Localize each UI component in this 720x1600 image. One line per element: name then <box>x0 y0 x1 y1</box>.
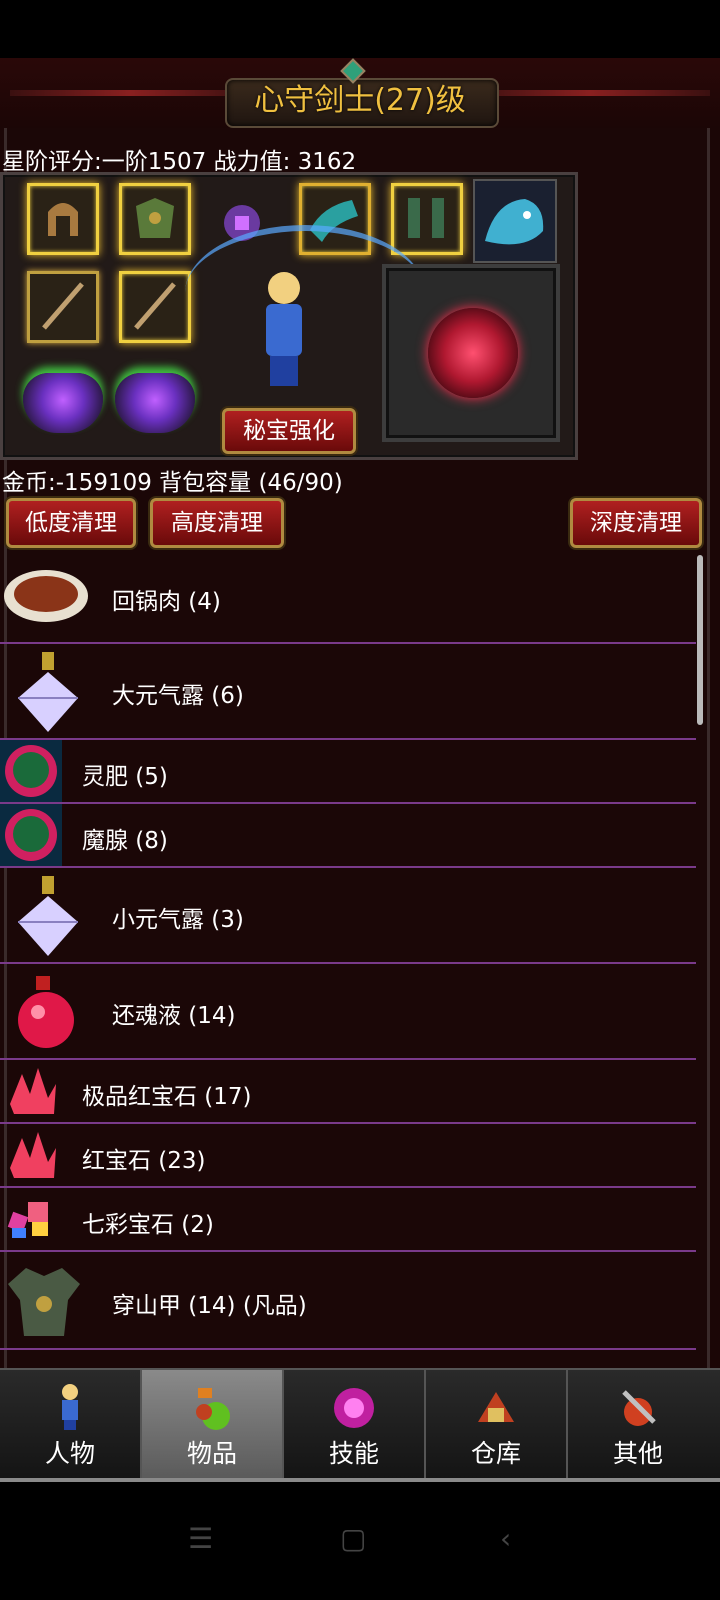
character-icon <box>62 1384 78 1430</box>
red-potion-icon <box>18 976 74 1048</box>
potion-bag-icon <box>196 1388 230 1430</box>
sword-icon <box>42 282 84 330</box>
list-item[interactable]: 穿山甲 (14) (凡品) <box>0 1252 696 1350</box>
high-clean-button[interactable]: 高度清理 <box>150 498 284 548</box>
tab-other[interactable]: 其他 <box>568 1370 708 1480</box>
list-item[interactable]: 小元气露 (3) <box>0 868 696 964</box>
gem-slot-1[interactable] <box>23 373 103 433</box>
bottom-tab-bar: 人物 物品 技能 仓库 其他 <box>0 1368 720 1480</box>
braised-pork-icon <box>4 570 88 622</box>
list-item[interactable]: 灵肥 (5) <box>0 740 696 804</box>
weapon-slot-2[interactable] <box>119 271 191 343</box>
secret-treasure-enhance-button[interactable]: 秘宝强化 <box>222 408 356 454</box>
list-scrollbar[interactable] <box>697 555 703 725</box>
pet-slot[interactable] <box>473 179 557 263</box>
sword-icon <box>134 282 176 330</box>
list-item[interactable]: 七彩宝石 (2) <box>0 1188 696 1252</box>
mount-slot[interactable] <box>382 264 560 442</box>
title-ornament-left <box>10 90 250 96</box>
crystal-flask-icon <box>18 652 78 732</box>
home-icon[interactable]: ▢ <box>340 1522 366 1555</box>
list-item[interactable]: 回锅肉 (4) <box>0 548 696 644</box>
list-item[interactable]: 大元气露 (6) <box>0 644 696 740</box>
blue-beast-icon <box>485 199 544 245</box>
title-bar: 心守剑士(27)级 <box>0 58 720 128</box>
menu-icon[interactable]: ☰ <box>188 1522 213 1555</box>
boots-slot[interactable] <box>391 183 463 255</box>
armor-slot[interactable] <box>119 183 191 255</box>
character-avatar <box>262 272 306 387</box>
tab-character[interactable]: 人物 <box>0 1370 142 1480</box>
title-ornament-right <box>470 90 710 96</box>
gem-slot-2[interactable] <box>115 373 195 433</box>
list-item[interactable]: 还魂液 (14) <box>0 964 696 1060</box>
deep-clean-button[interactable]: 深度清理 <box>570 498 702 548</box>
rainbow-gem-icon <box>7 1202 48 1238</box>
list-item[interactable]: 红宝石 (23) <box>0 1124 696 1188</box>
armor-icon <box>136 198 174 238</box>
warehouse-icon <box>478 1392 514 1422</box>
tab-warehouse[interactable]: 仓库 <box>426 1370 568 1480</box>
red-gem-icon <box>10 1068 56 1114</box>
other-tools-icon <box>622 1390 656 1426</box>
system-nav-bar: ☰ ▢ ‹ <box>0 1482 720 1600</box>
red-gem-icon <box>10 1132 56 1178</box>
helmet-icon <box>48 203 78 236</box>
low-clean-button[interactable]: 低度清理 <box>6 498 136 548</box>
item-list[interactable]: 回锅肉 (4) 大元气露 (6) 灵肥 (5) 魔腺 (8) 小元气露 (3) … <box>0 548 696 1358</box>
tiger-icon <box>428 308 518 398</box>
helmet-slot[interactable] <box>27 183 99 255</box>
list-item[interactable]: 极品红宝石 (17) <box>0 1060 696 1124</box>
rating-power-line: 星阶评分:一阶1507 战力值: 3162 <box>2 149 357 175</box>
boots-icon <box>408 198 444 238</box>
tab-items[interactable]: 物品 <box>142 1370 284 1480</box>
crystal-flask-icon <box>18 876 78 956</box>
skill-orb-icon <box>334 1388 374 1428</box>
status-bar <box>0 0 720 58</box>
tab-skills[interactable]: 技能 <box>284 1370 426 1480</box>
back-icon[interactable]: ‹ <box>500 1522 511 1555</box>
weapon-slot-1[interactable] <box>27 271 99 343</box>
character-title: 心守剑士(27)级 <box>254 83 466 118</box>
gold-capacity-line: 金币:-159109 背包容量 (46/90) <box>2 470 343 496</box>
list-item[interactable]: 魔腺 (8) <box>0 804 696 868</box>
armor-icon <box>8 1268 80 1336</box>
green-orb-icon <box>0 740 62 802</box>
green-orb-icon <box>0 804 62 866</box>
